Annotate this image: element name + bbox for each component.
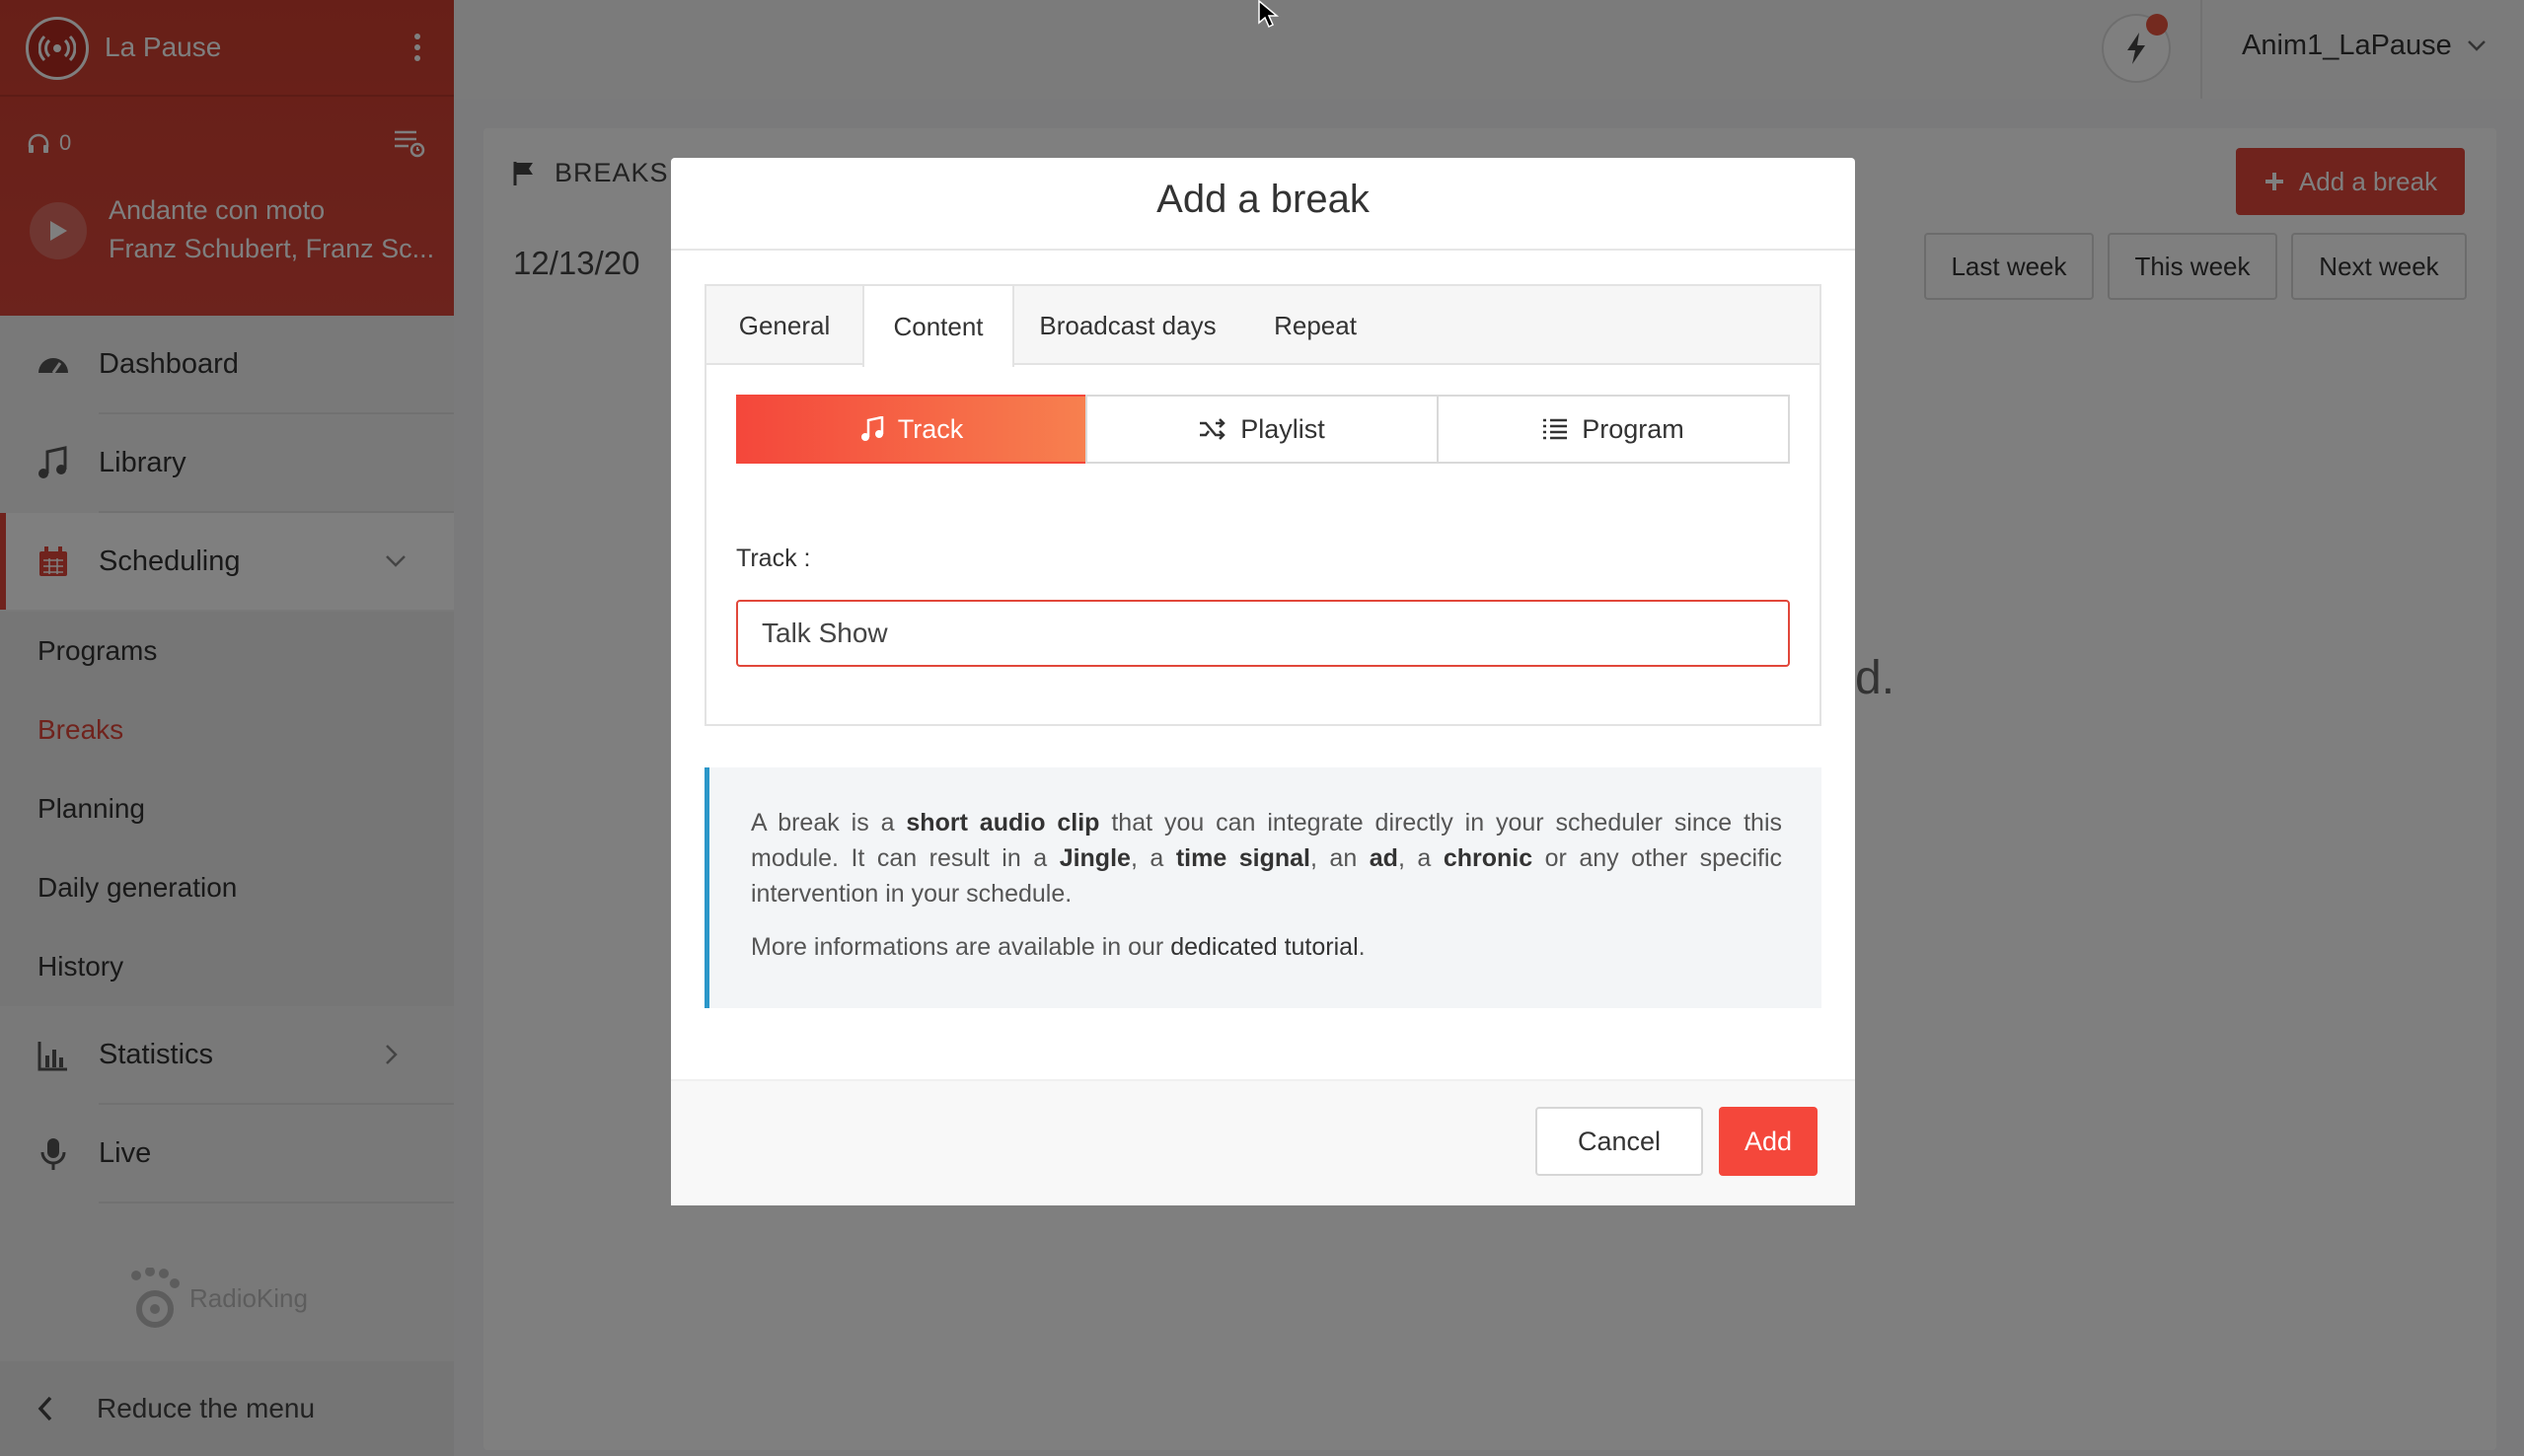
info-strong: short audio clip bbox=[906, 809, 1100, 837]
info-text: , a bbox=[1130, 844, 1176, 872]
tab-repeat[interactable]: Repeat bbox=[1241, 286, 1389, 365]
info-paragraph: A break is a short audio clip that you c… bbox=[751, 805, 1782, 911]
tabs-container: General Content Broadcast days Repeat Tr… bbox=[705, 284, 1821, 726]
info-strong: ad bbox=[1369, 844, 1398, 872]
info-paragraph: More informations are available in our d… bbox=[751, 929, 1782, 965]
tab-content[interactable]: Content bbox=[862, 286, 1014, 367]
mouse-cursor-icon bbox=[1258, 0, 1280, 29]
content-type-label: Playlist bbox=[1240, 413, 1325, 444]
tab-general[interactable]: General bbox=[706, 286, 862, 365]
shuffle-icon bbox=[1200, 418, 1226, 440]
track-input[interactable] bbox=[736, 600, 1790, 667]
info-text: , a bbox=[1397, 844, 1444, 872]
music-note-icon bbox=[860, 416, 883, 441]
content-type-playlist[interactable]: Playlist bbox=[1085, 395, 1439, 464]
info-text: A break is a bbox=[751, 809, 907, 837]
info-text: . bbox=[1358, 933, 1366, 961]
divider bbox=[671, 249, 1855, 251]
list-icon bbox=[1543, 418, 1568, 440]
content-type-label: Program bbox=[1582, 413, 1684, 444]
cancel-button[interactable]: Cancel bbox=[1535, 1107, 1703, 1176]
info-strong: time signal bbox=[1175, 844, 1310, 872]
tab-broadcast-days[interactable]: Broadcast days bbox=[1014, 286, 1241, 365]
info-text: More informations are available in our bbox=[751, 933, 1171, 961]
add-break-modal: Add a break General Content Broadcast da… bbox=[671, 158, 1855, 1205]
content-type-program[interactable]: Program bbox=[1437, 395, 1790, 464]
info-callout: A break is a short audio clip that you c… bbox=[705, 767, 1821, 1008]
tab-bar: General Content Broadcast days Repeat bbox=[706, 286, 1819, 367]
track-field-label: Track : bbox=[736, 545, 811, 572]
content-type-track[interactable]: Track bbox=[736, 395, 1087, 464]
add-button[interactable]: Add bbox=[1719, 1107, 1818, 1176]
modal-title: Add a break bbox=[1156, 178, 1370, 221]
info-text: , an bbox=[1309, 844, 1370, 872]
info-strong: chronic bbox=[1443, 844, 1533, 872]
content-type-label: Track bbox=[897, 413, 964, 444]
tutorial-link[interactable]: dedicated tutorial bbox=[1170, 933, 1358, 961]
info-strong: Jingle bbox=[1059, 844, 1131, 872]
